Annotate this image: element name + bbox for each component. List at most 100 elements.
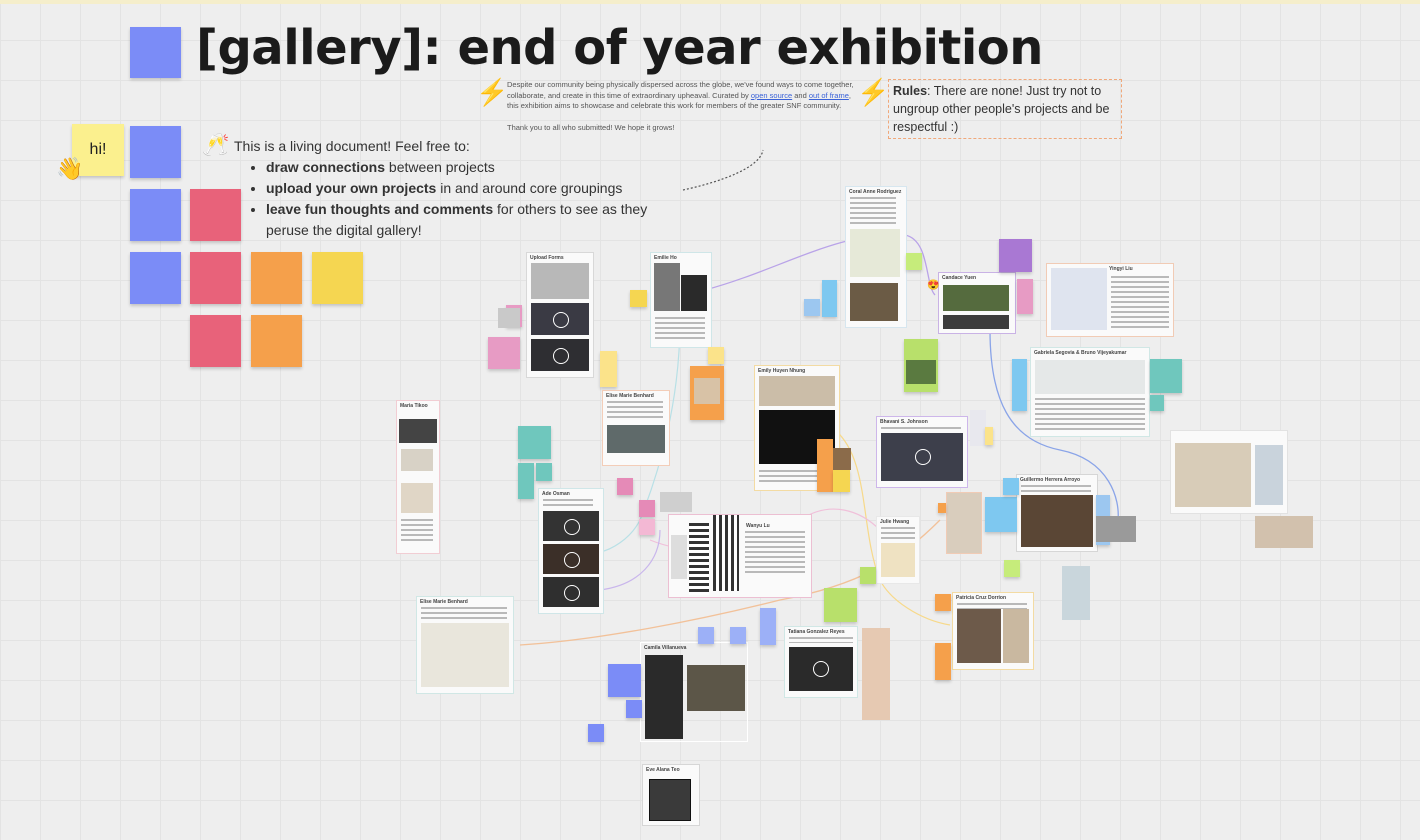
project-card[interactable]: Gabriela Segovia & Bruno Vijeyakumar <box>1030 347 1150 437</box>
project-card[interactable]: Yingyi Liu <box>1046 263 1174 337</box>
sticky-yellow[interactable] <box>985 427 993 445</box>
champagne-icon: 🥂 <box>202 132 230 157</box>
sticky-yellow[interactable] <box>600 351 617 387</box>
sticky-lightblue[interactable] <box>822 280 837 317</box>
sticky-purple[interactable] <box>999 239 1032 272</box>
sticky-blue[interactable] <box>626 700 642 718</box>
sticky-teal[interactable] <box>518 426 551 459</box>
project-card[interactable]: Elise Marie Benhard <box>416 596 514 694</box>
sticky-blue[interactable] <box>730 627 746 644</box>
card-text <box>1035 398 1145 430</box>
exhibition-description[interactable]: Despite our community being physically d… <box>507 80 857 133</box>
card-title: Bhavani S. Johnson <box>880 419 928 425</box>
project-image <box>531 263 589 299</box>
project-image <box>833 448 851 470</box>
project-image <box>649 779 691 821</box>
sticky-green[interactable] <box>1004 560 1020 577</box>
project-card[interactable]: Wanyu Lu <box>668 514 812 598</box>
intro-lead: This is a living document! Feel free to: <box>234 138 470 154</box>
project-card[interactable] <box>1170 430 1288 514</box>
project-card[interactable]: Guillermo Herrera Arroyo <box>1016 474 1098 552</box>
card-title: Tatiana Gonzalez Reyes <box>788 629 845 635</box>
video-thumbnail <box>531 303 589 335</box>
project-card[interactable]: Upload Forms <box>526 252 594 378</box>
project-image <box>970 410 986 446</box>
sticky-blue[interactable] <box>698 627 714 644</box>
project-image <box>401 483 433 513</box>
sticky-teal[interactable] <box>1150 395 1164 411</box>
sticky-teal[interactable] <box>536 463 552 481</box>
sticky-pink[interactable] <box>617 478 633 495</box>
sticky-pink[interactable] <box>488 337 520 369</box>
sticky-teal[interactable] <box>1150 359 1182 393</box>
project-card[interactable]: Bhavani S. Johnson <box>876 416 968 488</box>
project-image <box>862 628 890 720</box>
project-image <box>1035 360 1145 394</box>
sticky-blue[interactable] <box>608 664 641 697</box>
sticky-lightblue[interactable] <box>1012 359 1027 411</box>
sticky-orange[interactable] <box>817 439 833 492</box>
project-card[interactable]: Maria Tikoo <box>396 400 440 554</box>
title-sticky-blue[interactable] <box>130 27 181 78</box>
rules-note[interactable]: Rules: There are none! Just try not to u… <box>888 79 1122 139</box>
qr-code-grid <box>713 515 739 591</box>
project-card[interactable]: Candace Yuen <box>938 272 1016 334</box>
sticky-yellow[interactable] <box>833 470 850 492</box>
project-card[interactable]: Eve Alana Teo <box>642 764 700 826</box>
sticky-orange[interactable] <box>935 643 951 680</box>
sticky-blue[interactable] <box>588 724 604 742</box>
card-text <box>1111 276 1169 328</box>
project-card[interactable]: Ade Osman <box>538 488 604 614</box>
project-card[interactable]: Julie Hwang <box>876 516 920 584</box>
sticky-red[interactable] <box>190 252 241 304</box>
sticky-blue[interactable] <box>130 126 181 178</box>
qr-code-grid <box>689 523 709 595</box>
sticky-orange[interactable] <box>251 252 302 304</box>
card-text <box>745 531 805 575</box>
project-image <box>399 419 437 443</box>
sticky-blue[interactable] <box>130 189 181 241</box>
open-source-link[interactable]: open source <box>751 91 792 100</box>
card-title: Patricia Cruz Dorrion <box>956 595 1007 601</box>
sticky-pink[interactable] <box>639 519 655 535</box>
project-card[interactable]: Elise Marie Benhard <box>602 390 670 466</box>
sticky-teal[interactable] <box>518 463 534 499</box>
sticky-lightblue[interactable] <box>1003 478 1019 495</box>
sticky-pink[interactable] <box>1017 279 1033 314</box>
description-paragraph: Despite our community being physically d… <box>507 80 854 110</box>
sticky-green[interactable] <box>860 567 876 584</box>
project-image <box>645 655 683 739</box>
sticky-orange[interactable] <box>935 594 951 611</box>
sticky-yellow[interactable] <box>708 347 724 364</box>
sticky-orange[interactable] <box>251 315 302 367</box>
project-card[interactable]: Tatiana Gonzalez Reyes <box>784 626 858 698</box>
sticky-green[interactable] <box>906 253 922 270</box>
project-image <box>759 376 835 406</box>
card-title: Guillermo Herrera Arroyo <box>1020 477 1081 483</box>
out-of-frame-link[interactable]: out of frame <box>809 91 849 100</box>
sticky-green[interactable] <box>824 588 857 622</box>
sticky-lightblue[interactable] <box>985 497 1017 532</box>
project-card[interactable]: Patricia Cruz Dorrion <box>952 592 1034 670</box>
sticky-blue[interactable] <box>760 608 776 645</box>
card-text <box>1021 485 1091 493</box>
project-image <box>850 283 898 321</box>
intro-text[interactable]: This is a living document! Feel free to:… <box>234 136 686 241</box>
sticky-lightblue[interactable] <box>804 299 820 316</box>
project-image <box>694 378 720 404</box>
card-title: Emily Huyen Nhung <box>758 368 806 374</box>
project-image <box>607 425 665 453</box>
play-icon <box>553 348 569 364</box>
project-card[interactable]: Coral Anne Rodriguez <box>845 186 907 328</box>
card-title: Elise Marie Benhard <box>606 393 654 399</box>
project-card[interactable]: Emilie Ho <box>650 252 712 348</box>
card-text <box>543 499 593 507</box>
sticky-yellow[interactable] <box>630 290 647 307</box>
sticky-pink[interactable] <box>639 500 655 517</box>
sticky-orange[interactable] <box>938 503 946 513</box>
project-card[interactable]: Camila Villanueva <box>640 642 748 742</box>
sticky-blue[interactable] <box>130 252 181 304</box>
lightning-icon: ⚡ <box>476 77 509 107</box>
sticky-red[interactable] <box>190 315 241 367</box>
sticky-yellow[interactable] <box>312 252 363 304</box>
